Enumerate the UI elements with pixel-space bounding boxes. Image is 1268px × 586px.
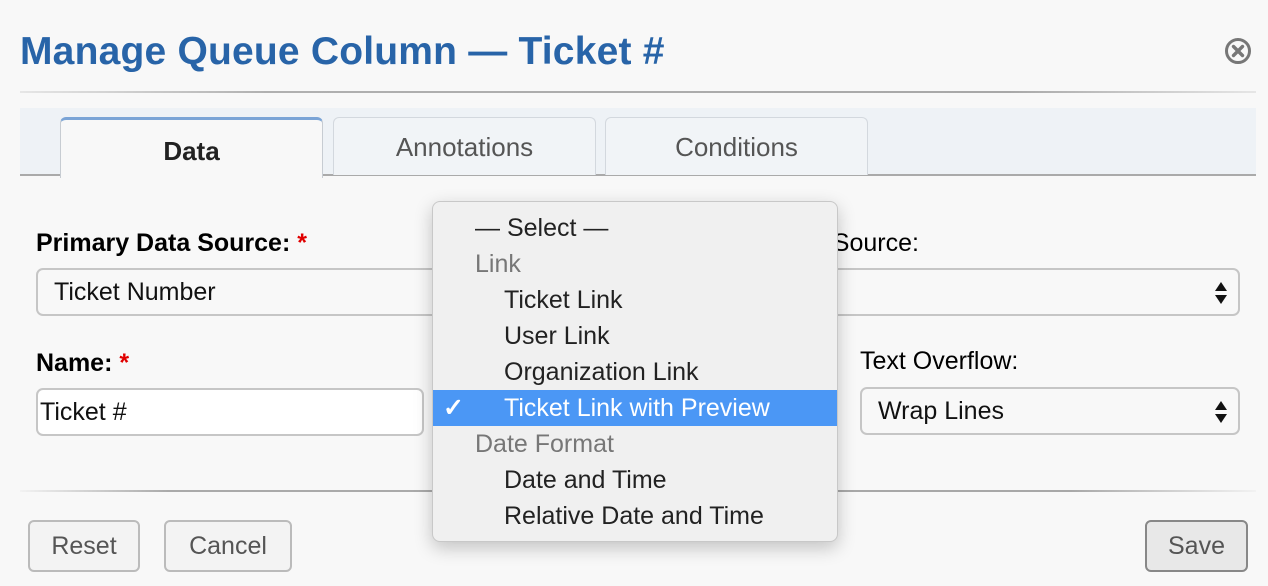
- dropdown-option-placeholder[interactable]: — Select —: [433, 210, 837, 246]
- option-label: Organization Link: [504, 358, 699, 386]
- primary-source-select[interactable]: Ticket Number: [36, 268, 456, 316]
- name-label-text: Name:: [36, 349, 113, 377]
- required-mark: *: [297, 229, 307, 257]
- format-dropdown-menu: — Select — Link Ticket Link User Link Or…: [432, 201, 838, 542]
- name-input-value: Ticket #: [40, 398, 127, 426]
- option-label: Date and Time: [504, 466, 667, 494]
- tab-conditions[interactable]: Conditions: [605, 117, 868, 175]
- dropdown-option-organization-link[interactable]: Organization Link: [433, 354, 837, 390]
- dialog-title: Manage Queue Column — Ticket #: [20, 30, 665, 73]
- tab-annotations[interactable]: Annotations: [333, 117, 596, 175]
- group-label: Date Format: [475, 430, 614, 458]
- text-overflow-value: Wrap Lines: [878, 397, 1004, 425]
- primary-source-label-text: Primary Data Source:: [36, 229, 291, 257]
- tab-data[interactable]: Data: [60, 117, 323, 178]
- name-input[interactable]: Ticket #: [36, 388, 424, 436]
- group-label: Link: [475, 250, 521, 278]
- tab-bar: Data Annotations Conditions: [20, 108, 1256, 178]
- cancel-button[interactable]: Cancel: [164, 520, 292, 572]
- reset-button[interactable]: Reset: [28, 520, 140, 572]
- dropdown-group-link: Link: [433, 246, 837, 282]
- option-label: User Link: [504, 322, 610, 350]
- primary-source-label: Primary Data Source: *: [36, 229, 307, 258]
- close-icon[interactable]: [1224, 37, 1252, 65]
- dropdown-group-date-format: Date Format: [433, 426, 837, 462]
- dropdown-option-date-and-time[interactable]: Date and Time: [433, 462, 837, 498]
- select-arrows-icon: [1215, 282, 1227, 304]
- save-button[interactable]: Save: [1145, 520, 1248, 572]
- text-overflow-label: Text Overflow:: [860, 347, 1019, 375]
- option-label: Ticket Link: [504, 286, 623, 314]
- name-label: Name: *: [36, 349, 129, 378]
- option-label: — Select —: [475, 214, 609, 242]
- title-divider: [20, 91, 1256, 93]
- text-overflow-select[interactable]: Wrap Lines: [860, 387, 1240, 435]
- option-label: Relative Date and Time: [504, 502, 764, 530]
- checkmark-icon: ✓: [443, 394, 464, 422]
- required-mark: *: [119, 349, 130, 377]
- primary-source-value: Ticket Number: [54, 278, 216, 306]
- secondary-source-select[interactable]: [780, 268, 1240, 316]
- dropdown-option-ticket-link[interactable]: Ticket Link: [433, 282, 837, 318]
- dropdown-option-relative-date-and-time[interactable]: Relative Date and Time: [433, 498, 837, 534]
- select-arrows-icon: [1215, 401, 1227, 423]
- option-label: Ticket Link with Preview: [504, 394, 770, 422]
- dropdown-option-user-link[interactable]: User Link: [433, 318, 837, 354]
- dropdown-option-ticket-link-preview[interactable]: ✓ Ticket Link with Preview: [433, 390, 837, 426]
